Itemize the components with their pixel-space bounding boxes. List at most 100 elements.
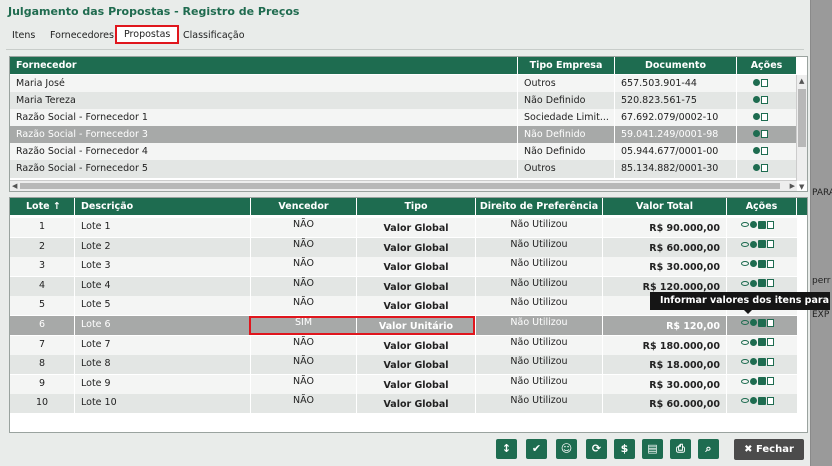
lot-row[interactable]: 9 Lote 9 NÃO Valor Global Não Utilizou R$ 30.… — [10, 374, 797, 394]
check-icon[interactable] — [758, 377, 766, 386]
search-button[interactable]: ⌕ — [698, 439, 719, 459]
gear-icon[interactable] — [753, 164, 760, 171]
scroll-left-icon[interactable]: ◀ — [12, 182, 17, 190]
eye-icon[interactable] — [741, 222, 749, 227]
supplier-row[interactable]: Razão Social - Fornecedor 3 Não Definido 5… — [10, 126, 797, 144]
print-button[interactable]: ⎙ — [670, 439, 691, 459]
eye-icon[interactable] — [741, 280, 749, 286]
scroll-thumb[interactable] — [798, 89, 806, 147]
gear-icon[interactable] — [753, 96, 760, 103]
lot-row[interactable]: 1 Lote 1 NÃO Valor Global Não Utilizou R$ 90.… — [10, 218, 797, 237]
col-direito-preferencia[interactable]: Direito de Preferência — [476, 198, 603, 215]
gear-icon[interactable] — [750, 260, 757, 268]
copy-icon[interactable] — [767, 240, 774, 249]
lot-row[interactable]: 8 Lote 8 NÃO Valor Global Não Utilizou R$ 18.… — [10, 355, 797, 375]
close-button[interactable]: ✖ Fechar — [734, 439, 804, 460]
copy-icon[interactable] — [761, 129, 768, 138]
gear-icon[interactable] — [750, 338, 757, 346]
copy-icon[interactable] — [761, 146, 768, 155]
copy-icon[interactable] — [767, 338, 774, 347]
users-button[interactable]: ☺ — [556, 439, 577, 459]
tab-fornecedores[interactable]: Fornecedores — [50, 28, 114, 43]
tooltip: Informar valores dos itens para o lote — [650, 292, 832, 310]
gear-icon[interactable] — [750, 358, 757, 366]
eye-icon[interactable] — [741, 241, 749, 247]
gear-icon[interactable] — [753, 130, 760, 137]
gear-icon[interactable] — [750, 279, 757, 287]
lot-winner: NÃO — [251, 237, 357, 257]
eye-icon[interactable] — [741, 398, 749, 404]
gear-icon[interactable] — [750, 377, 757, 385]
copy-icon[interactable] — [767, 279, 774, 288]
copy-icon[interactable] — [767, 220, 774, 229]
col-tipo-empresa[interactable]: Tipo Empresa — [518, 57, 615, 74]
dollar-button[interactable]: $ — [614, 439, 635, 459]
col-valor-total[interactable]: Valor Total — [603, 198, 727, 215]
supplier-row[interactable]: Maria Tereza Não Definido 520.823.561-75 — [10, 92, 797, 110]
scroll-down-icon[interactable]: ▼ — [799, 183, 804, 191]
lot-type: Valor Global — [357, 237, 476, 257]
lot-row[interactable]: 7 Lote 7 NÃO Valor Global Não Utilizou R$ 180… — [10, 335, 797, 355]
lot-row[interactable]: 10 Lote 10 NÃO Valor Global Não Utilizou R$ 6… — [10, 394, 797, 414]
copy-icon[interactable] — [767, 318, 774, 327]
gear-icon[interactable] — [753, 147, 760, 154]
gear-icon[interactable] — [753, 113, 760, 120]
lot-type: Valor Global — [357, 335, 476, 355]
eye-icon[interactable] — [741, 320, 749, 325]
supplier-row[interactable]: Razão Social - Fornecedor 5 Outros 85.134.… — [10, 160, 797, 178]
check-icon[interactable] — [758, 357, 766, 366]
col-tipo[interactable]: Tipo — [357, 198, 476, 215]
copy-icon[interactable] — [761, 112, 768, 121]
copy-icon[interactable] — [767, 259, 774, 268]
col-documento[interactable]: Documento — [615, 57, 737, 74]
lot-winner: NÃO — [251, 296, 357, 316]
eye-icon[interactable] — [741, 261, 749, 267]
supplier-name: Razão Social - Fornecedor 3 — [10, 126, 518, 144]
check-icon[interactable] — [758, 338, 766, 347]
check-button[interactable]: ✔ — [526, 439, 547, 459]
copy-icon[interactable] — [767, 396, 774, 405]
col-lote[interactable]: Lote ↑ — [10, 198, 75, 215]
col-fornecedor[interactable]: Fornecedor — [10, 57, 518, 74]
scroll-up-icon[interactable]: ▲ — [799, 77, 804, 85]
refresh-button[interactable]: ⟳ — [586, 439, 607, 459]
check-icon[interactable] — [758, 318, 766, 327]
lot-row[interactable]: 3 Lote 3 NÃO Valor Global Não Utilizou R$ 30.… — [10, 257, 797, 277]
col-descricao[interactable]: Descrição — [75, 198, 251, 215]
gear-icon[interactable] — [750, 221, 757, 228]
scroll-thumb[interactable] — [20, 183, 780, 189]
check-icon[interactable] — [758, 279, 766, 288]
check-icon[interactable] — [758, 240, 766, 249]
copy-icon[interactable] — [761, 163, 768, 172]
check-icon[interactable] — [758, 220, 766, 229]
gear-icon[interactable] — [750, 397, 757, 405]
eye-icon[interactable] — [741, 378, 749, 384]
supplier-row[interactable]: Razão Social - Fornecedor 1 Sociedade Lim… — [10, 109, 797, 127]
suppliers-vertical-scrollbar[interactable]: ▲ ▼ — [796, 75, 807, 191]
col-vencedor[interactable]: Vencedor — [251, 198, 357, 215]
lot-total: R$ 90.000,00 — [603, 218, 727, 237]
tab-classificacao[interactable]: Classificação — [183, 28, 245, 43]
eye-icon[interactable] — [741, 339, 749, 345]
document-button[interactable]: ▤ — [642, 439, 663, 459]
lot-row[interactable]: 2 Lote 2 NÃO Valor Global Não Utilizou R$ 60.… — [10, 237, 797, 257]
gear-icon[interactable] — [750, 319, 757, 326]
tab-itens[interactable]: Itens — [12, 28, 35, 43]
gear-icon[interactable] — [750, 240, 757, 248]
tab-propostas[interactable]: Propostas — [115, 25, 180, 44]
check-icon[interactable] — [758, 259, 766, 268]
lot-type: Valor Global — [357, 374, 476, 394]
eye-icon[interactable] — [741, 359, 749, 365]
copy-icon[interactable] — [761, 95, 768, 104]
gear-icon[interactable] — [753, 79, 760, 86]
copy-icon[interactable] — [767, 377, 774, 386]
supplier-row[interactable]: Razão Social - Fornecedor 4 Não Definido 0… — [10, 143, 797, 161]
suppliers-horizontal-scrollbar[interactable]: ◀ ▶ — [10, 180, 797, 191]
copy-icon[interactable] — [761, 78, 768, 87]
check-icon[interactable] — [758, 396, 766, 405]
scroll-right-icon[interactable]: ▶ — [790, 182, 795, 190]
sort-button[interactable]: ↕ — [496, 439, 517, 459]
copy-icon[interactable] — [767, 357, 774, 366]
row-actions — [753, 146, 769, 156]
supplier-row[interactable]: Maria José Outros 657.503.901-44 — [10, 75, 797, 93]
